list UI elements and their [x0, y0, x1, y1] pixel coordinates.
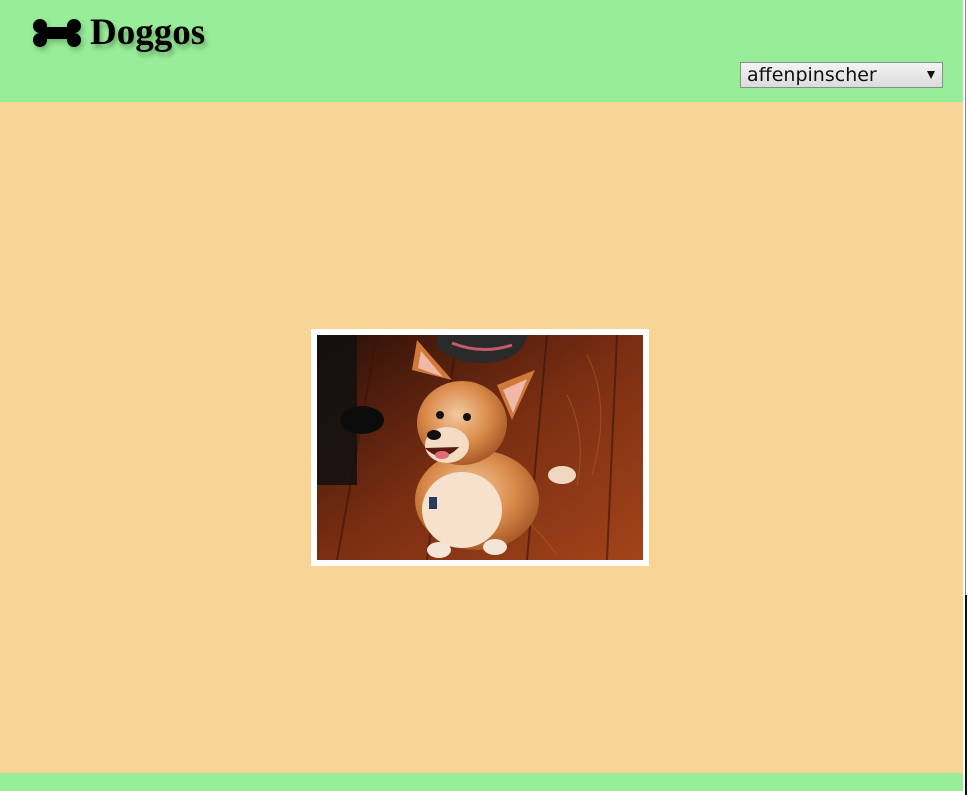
- breed-select[interactable]: affenpinscher: [740, 62, 943, 88]
- logo: Doggos: [32, 10, 205, 56]
- dog-photo: [311, 329, 649, 566]
- chevron-down-icon: [927, 71, 935, 79]
- dog-image: [317, 335, 643, 560]
- app-root: Doggos affenpinscher: [0, 0, 963, 791]
- page-title: Doggos: [90, 12, 206, 53]
- breed-select-value: affenpinscher: [747, 64, 877, 86]
- header-bar: Doggos affenpinscher: [0, 0, 963, 102]
- window-edge-line-dark: [965, 595, 967, 795]
- footer-bar: [0, 773, 963, 791]
- bone-icon: [33, 19, 81, 47]
- window-edge: [963, 0, 971, 795]
